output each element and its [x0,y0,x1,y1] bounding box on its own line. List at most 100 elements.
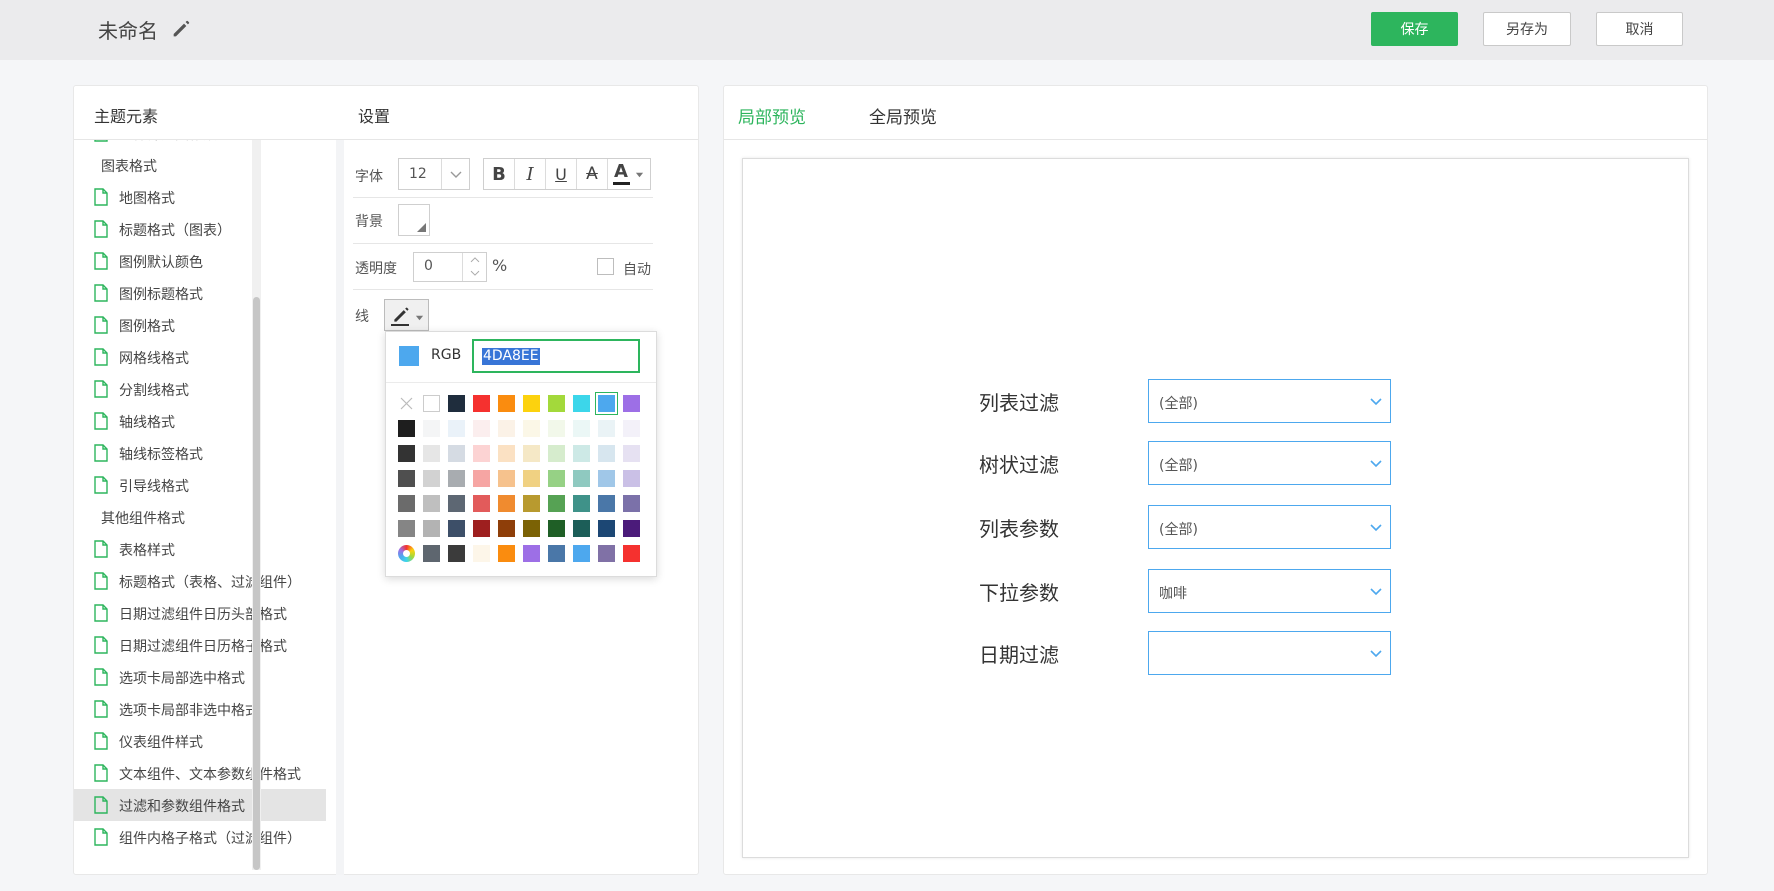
color-swatch[interactable] [473,395,490,412]
tree-item[interactable]: 分割线格式 [74,373,326,405]
color-swatch[interactable] [548,470,565,487]
save-button[interactable]: 保存 [1371,12,1458,46]
color-swatch[interactable] [598,545,615,562]
filter-dropdown[interactable]: (全部) [1148,505,1391,549]
color-swatch[interactable] [448,395,465,412]
filter-dropdown[interactable] [1148,631,1391,675]
color-swatch[interactable] [523,420,540,437]
color-swatch[interactable] [448,470,465,487]
tree-item[interactable]: 标题格式（表格、过滤组件） [74,565,326,597]
color-swatch[interactable] [623,395,640,412]
tree-item[interactable]: 日期过滤组件日历头部格式 [74,597,326,629]
color-swatch[interactable] [573,420,590,437]
pencil-icon[interactable] [170,18,192,40]
tree-item[interactable]: 网格线格式 [74,341,326,373]
font-size-select[interactable]: 12 [398,158,470,190]
color-swatch[interactable] [623,470,640,487]
filter-dropdown[interactable]: (全部) [1148,379,1391,423]
color-swatch[interactable] [473,445,490,462]
color-swatch[interactable] [423,470,440,487]
tab-local-preview[interactable]: 局部预览 [738,103,806,128]
color-swatch[interactable] [398,420,415,437]
color-swatch[interactable] [523,445,540,462]
color-swatch[interactable] [523,495,540,512]
color-swatch[interactable] [548,520,565,537]
color-wheel-icon[interactable] [398,545,415,562]
no-color-icon[interactable] [398,395,415,412]
color-swatch[interactable] [573,445,590,462]
color-swatch[interactable] [498,395,515,412]
color-swatch[interactable] [498,420,515,437]
tree-group[interactable]: 其他组件格式 [74,501,326,533]
color-swatch[interactable] [473,420,490,437]
color-swatch[interactable] [398,520,415,537]
color-swatch[interactable] [448,420,465,437]
color-swatch[interactable] [498,470,515,487]
tree-item[interactable]: 选项卡局部非选中格式 [74,693,326,725]
line-color-button[interactable] [384,299,429,331]
color-swatch[interactable] [473,545,490,562]
color-swatch[interactable] [423,495,440,512]
color-swatch[interactable] [548,495,565,512]
color-swatch[interactable] [498,445,515,462]
color-swatch[interactable] [548,445,565,462]
strikethrough-button[interactable]: A [577,159,608,189]
background-color-swatch[interactable] [398,204,430,236]
tree-item[interactable]: 文本组件、文本参数组件格式 [74,757,326,789]
tree-scrollbar-thumb[interactable] [253,297,260,870]
color-swatch[interactable] [448,545,465,562]
tree-item[interactable]: 标题格式（图表） [74,213,326,245]
tree-item[interactable]: 过滤和参数组件格式 [74,789,326,821]
color-swatch[interactable] [423,395,440,412]
color-swatch[interactable] [523,395,540,412]
color-swatch[interactable] [423,420,440,437]
color-swatch[interactable] [623,420,640,437]
color-swatch[interactable] [623,520,640,537]
color-swatch[interactable] [448,445,465,462]
auto-checkbox[interactable] [597,258,614,275]
color-swatch[interactable] [598,445,615,462]
color-swatch[interactable] [523,470,540,487]
color-swatch[interactable] [473,495,490,512]
opacity-stepper[interactable]: 0 [413,252,487,282]
color-swatch[interactable] [548,545,565,562]
font-color-button[interactable]: A [608,159,650,189]
tree-item[interactable]: 轴线格式 [74,405,326,437]
color-swatch[interactable] [573,470,590,487]
color-swatch[interactable] [498,545,515,562]
tree-item[interactable]: 引导线格式 [74,469,326,501]
tree-item[interactable]: 图例默认颜色 [74,245,326,277]
color-swatch[interactable] [498,520,515,537]
tab-global-preview[interactable]: 全局预览 [869,103,937,128]
cancel-button[interactable]: 取消 [1596,12,1683,46]
color-swatch[interactable] [548,395,565,412]
chevron-down-icon[interactable] [467,269,483,278]
color-swatch[interactable] [398,470,415,487]
color-swatch[interactable] [573,520,590,537]
color-swatch[interactable] [598,470,615,487]
tree-item[interactable]: 选项卡局部选中格式 [74,661,326,693]
color-swatch[interactable] [423,545,440,562]
color-swatch[interactable] [473,470,490,487]
tree-item[interactable]: 组件内格子格式（过滤组件） [74,821,326,853]
tree-item[interactable]: 仪表组件样式 [74,725,326,757]
color-swatch[interactable] [548,420,565,437]
tree-item[interactable]: 图例格式 [74,309,326,341]
tree-group[interactable]: 图表格式 [74,149,326,181]
italic-button[interactable]: I [515,159,546,189]
color-swatch[interactable] [598,495,615,512]
opacity-spin-buttons[interactable] [462,253,487,281]
color-swatch[interactable] [598,520,615,537]
color-swatch[interactable] [423,445,440,462]
hex-color-input[interactable]: 4DA8EE [472,339,640,373]
color-swatch[interactable] [598,395,615,412]
filter-dropdown[interactable]: (全部) [1148,441,1391,485]
color-swatch[interactable] [573,545,590,562]
chevron-up-icon[interactable] [467,255,483,264]
tree-item[interactable]: 日期过滤组件日历格子格式 [74,629,326,661]
color-swatch[interactable] [498,495,515,512]
color-swatch[interactable] [448,495,465,512]
color-swatch[interactable] [473,520,490,537]
color-swatch[interactable] [448,520,465,537]
tree-item[interactable]: 表格样式 [74,533,326,565]
